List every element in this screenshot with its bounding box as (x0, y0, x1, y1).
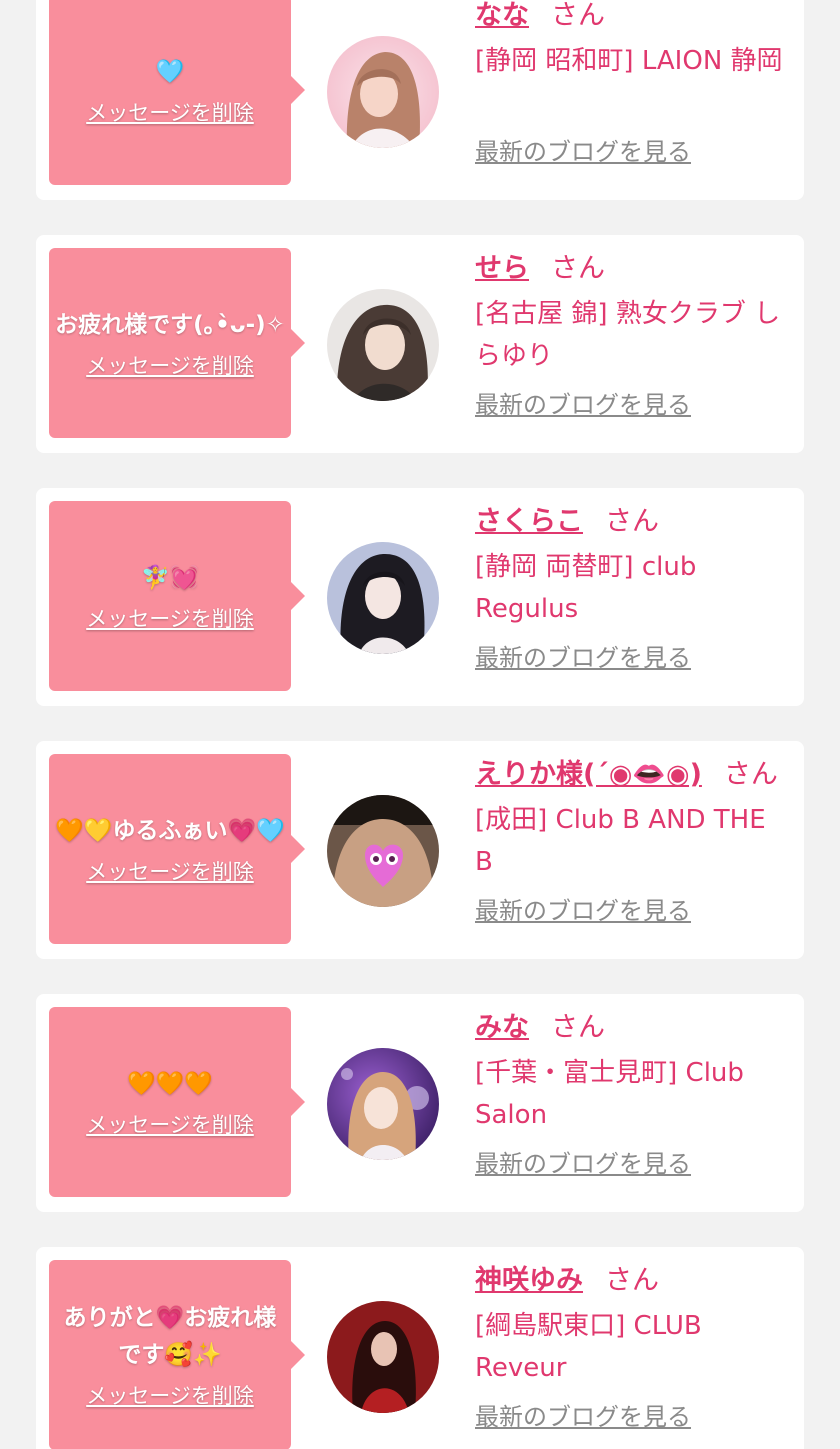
message-text: 🧡🧡🧡 (127, 1070, 213, 1097)
avatar[interactable] (327, 36, 439, 148)
shop-name: [静岡 昭和町] LAION 静岡 (475, 46, 783, 76)
latest-blog-link[interactable]: 最新のブログを見る (475, 638, 691, 673)
shop-name: [千葉・富士見町] Club Salon (475, 1058, 744, 1130)
message-bubble: お疲れ様です(｡•̀ᴗ-)✧ メッセージを削除 (49, 248, 305, 438)
shop-name: [綱島駅東口] CLUB Reveur (475, 1311, 702, 1383)
message-bubble: 🧡💛ゆるふぁい💗🩵 メッセージを削除 (49, 754, 305, 944)
message-text: 🧡💛ゆるふぁい💗🩵 (55, 817, 285, 844)
message-bubble: 🩵 メッセージを削除 (49, 0, 305, 185)
avatar[interactable] (327, 1301, 439, 1413)
message-text: ありがと💗お疲れ様です🥰✨ (63, 1305, 277, 1368)
cast-name-link[interactable]: なな (475, 0, 529, 31)
cast-name-link[interactable]: さくらこ (475, 506, 583, 537)
latest-blog-link[interactable]: 最新のブログを見る (475, 1144, 691, 1179)
avatar[interactable] (327, 1048, 439, 1160)
shop-name: [名古屋 錦] 熟女クラブ しらゆり (475, 299, 781, 371)
honorific: さん (551, 0, 605, 31)
honorific: さん (605, 506, 659, 537)
message-text: 🧚‍♀️💓 (141, 564, 199, 591)
message-bubble: 🧚‍♀️💓 メッセージを削除 (49, 501, 305, 691)
message-text: 🩵 (155, 58, 185, 85)
latest-blog-link[interactable]: 最新のブログを見る (475, 385, 691, 420)
avatar[interactable] (327, 542, 439, 654)
latest-blog-link[interactable]: 最新のブログを見る (475, 891, 691, 926)
avatar[interactable] (327, 795, 439, 907)
delete-message-link[interactable]: メッセージを削除 (86, 603, 254, 633)
message-card: 🧡💛ゆるふぁい💗🩵 メッセージを削除 えりか様(´◉👄◉) さん [成田] Clu… (36, 741, 804, 959)
message-card: 🧡🧡🧡 メッセージを削除 みな さん [千葉・富士見町] Club Salon … (36, 994, 804, 1212)
latest-blog-link[interactable]: 最新のブログを見る (475, 132, 691, 167)
message-bubble: ありがと💗お疲れ様です🥰✨ メッセージを削除 (49, 1260, 305, 1449)
delete-message-link[interactable]: メッセージを削除 (86, 97, 254, 127)
latest-blog-link[interactable]: 最新のブログを見る (475, 1397, 691, 1432)
cast-name-link[interactable]: 神咲ゆみ (475, 1265, 583, 1296)
message-card: お疲れ様です(｡•̀ᴗ-)✧ メッセージを削除 せら さん [名古屋 錦] 熟女ク… (36, 235, 804, 453)
message-card: ありがと💗お疲れ様です🥰✨ メッセージを削除 神咲ゆみ さん [綱島駅東口] CL… (36, 1247, 804, 1449)
cast-name-link[interactable]: せら (475, 253, 529, 284)
avatar[interactable] (327, 289, 439, 401)
delete-message-link[interactable]: メッセージを削除 (86, 1109, 254, 1139)
honorific: さん (551, 253, 605, 284)
message-card: 🧚‍♀️💓 メッセージを削除 さくらこ さん [静岡 両替町] club Regu… (36, 488, 804, 706)
honorific: さん (551, 1012, 605, 1043)
message-text: お疲れ様です(｡•̀ᴗ-)✧ (55, 311, 285, 338)
message-bubble: 🧡🧡🧡 メッセージを削除 (49, 1007, 305, 1197)
honorific: さん (723, 759, 778, 790)
honorific: さん (605, 1265, 659, 1296)
shop-name: [静岡 両替町] club Regulus (475, 552, 697, 624)
delete-message-link[interactable]: メッセージを削除 (86, 856, 254, 886)
message-card: 🩵 メッセージを削除 なな さん [静岡 昭和町] LAION 静岡 最新のブロ… (36, 0, 804, 200)
shop-name: [成田] Club B AND THE B (475, 805, 766, 877)
cast-name-link[interactable]: えりか様(´◉👄◉) (475, 759, 702, 790)
cast-name-link[interactable]: みな (475, 1012, 529, 1043)
delete-message-link[interactable]: メッセージを削除 (86, 1380, 254, 1410)
delete-message-link[interactable]: メッセージを削除 (86, 350, 254, 380)
